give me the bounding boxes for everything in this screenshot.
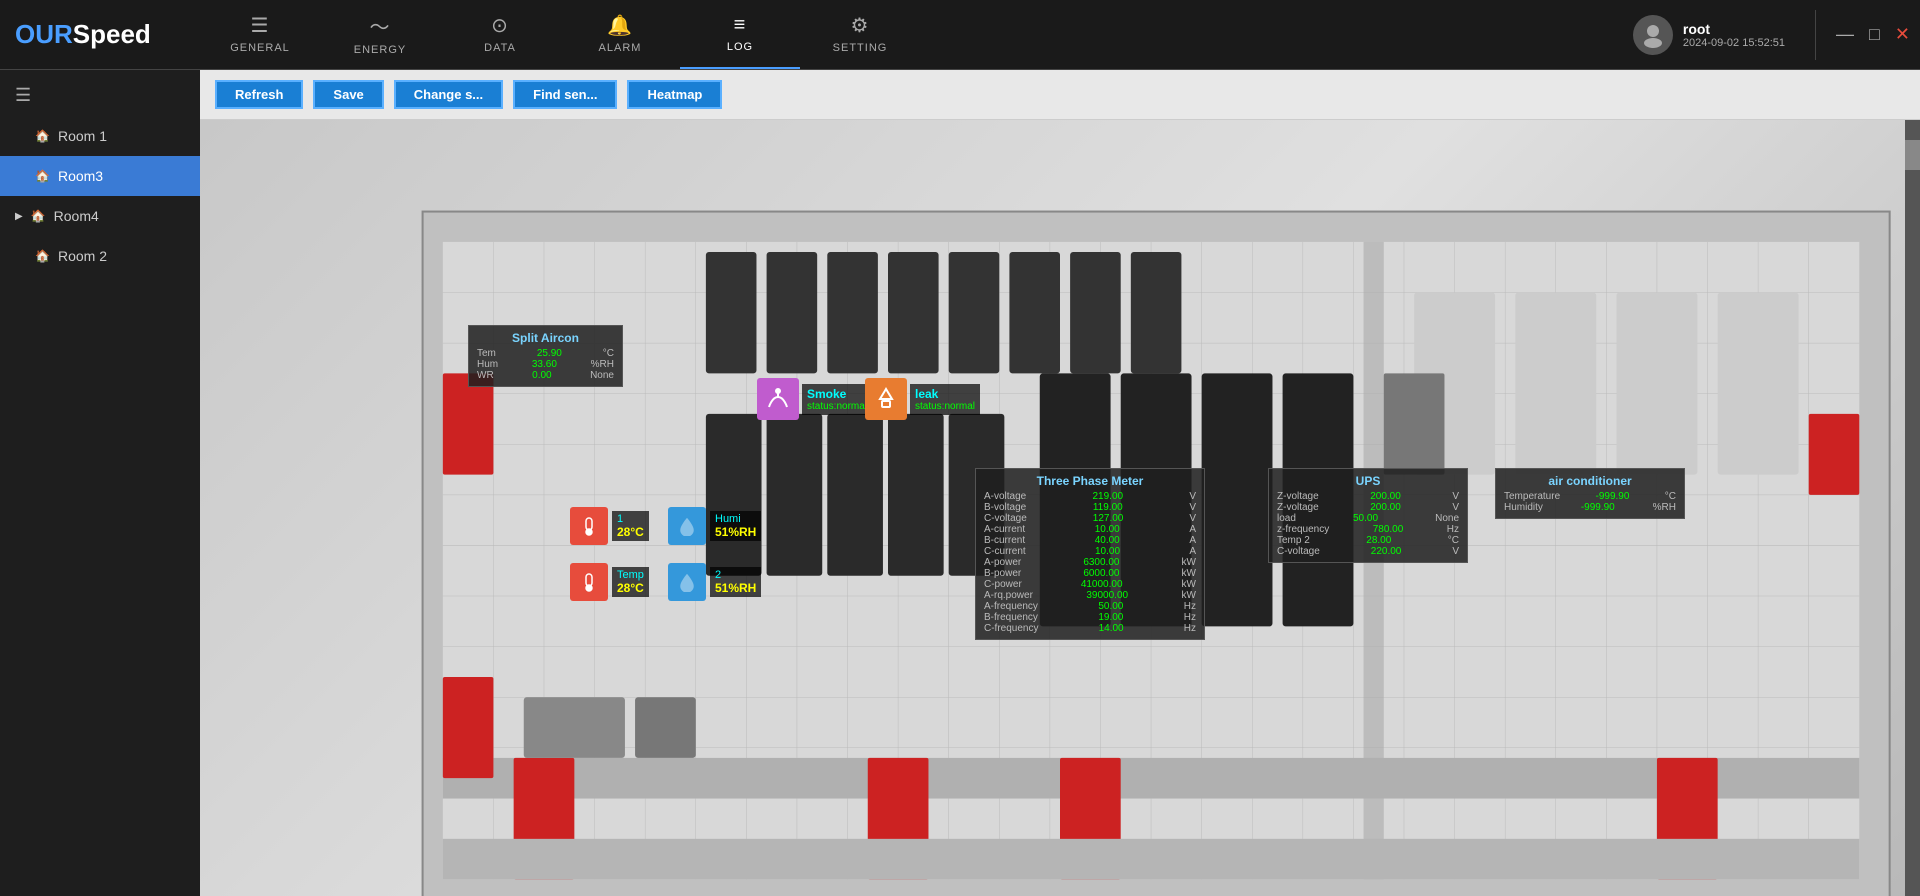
scrollbar[interactable] xyxy=(1905,120,1920,896)
leak-label: leak status:normal xyxy=(910,384,980,415)
user-area: root 2024-09-02 15:52:51 xyxy=(1613,15,1805,55)
user-time: 2024-09-02 15:52:51 xyxy=(1683,37,1785,49)
sensor-row: WR 0.00 None xyxy=(477,370,614,381)
nav-tab-general[interactable]: ☰ GENERAL xyxy=(200,0,320,69)
nav-tabs: ☰ GENERAL 〜 ENERGY ⊙ DATA 🔔 ALARM ≡ LOG ⚙ SETTING xyxy=(200,0,1613,69)
floorplan: Split Aircon Tem 25.90 °C Hum 33.60 %RH … xyxy=(200,120,1920,896)
humi2-label: 2 51%RH xyxy=(710,567,761,597)
data-nav-icon: ⊙ xyxy=(491,13,509,38)
temp2-icon xyxy=(570,563,608,601)
sidebar-item-room2[interactable]: 🏠 Room 2 xyxy=(0,236,200,276)
nav-tab-data[interactable]: ⊙ DATA xyxy=(440,0,560,69)
sidebar-item-room1[interactable]: 🏠 Room 1 xyxy=(0,116,200,156)
logo-speed: Speed xyxy=(73,19,151,49)
alarm-nav-icon: 🔔 xyxy=(607,13,633,38)
air-conditioner-title: air conditioner xyxy=(1504,474,1676,488)
ups-sensor[interactable]: UPS Z-voltage200.00V Z-voltage200.00V lo… xyxy=(1268,468,1468,563)
log-nav-label: LOG xyxy=(727,41,753,53)
sidebar-item-label: Room4 xyxy=(54,208,99,224)
sidebar-menu-icon[interactable]: ☰ xyxy=(0,80,200,116)
humi1-label: Humi 51%RH xyxy=(710,511,761,541)
leak-sensor[interactable]: leak status:normal xyxy=(865,378,980,420)
find_sen-button[interactable]: Find sen... xyxy=(513,80,617,109)
sidebar-item-label: Room 1 xyxy=(58,128,107,144)
sidebar-item-label: Room3 xyxy=(58,168,103,184)
sensor-row: Hum 33.60 %RH xyxy=(477,359,614,370)
temp1-label: 1 28°C xyxy=(612,511,649,541)
app-logo: OURSpeed xyxy=(0,19,200,50)
temp2-widget[interactable]: Temp 28°C xyxy=(570,563,649,601)
sidebar: ☰ 🏠 Room 1 🏠 Room3 ▶ 🏠 Room4 🏠 Room 2 xyxy=(0,70,200,896)
maximize-button[interactable]: □ xyxy=(1869,24,1880,45)
split-aircon-title: Split Aircon xyxy=(477,331,614,345)
three-phase-meter-sensor[interactable]: Three Phase Meter A-voltage219.00V B-vol… xyxy=(975,468,1205,640)
expand-arrow-icon: ▶ xyxy=(15,211,23,222)
nav-tab-energy[interactable]: 〜 ENERGY xyxy=(320,0,440,69)
smoke-icon xyxy=(757,378,799,420)
sidebar-item-label: Room 2 xyxy=(58,248,107,264)
main-layout: ☰ 🏠 Room 1 🏠 Room3 ▶ 🏠 Room4 🏠 Room 2 Refresh Sav… xyxy=(0,70,1920,896)
minimize-button[interactable]: — xyxy=(1836,24,1854,45)
heatmap-button[interactable]: Heatmap xyxy=(627,80,722,109)
sidebar-item-room4[interactable]: ▶ 🏠 Room4 xyxy=(0,196,200,236)
general-nav-label: GENERAL xyxy=(230,42,290,54)
sensor-row: Tem 25.90 °C xyxy=(477,348,614,359)
humi1-icon xyxy=(668,507,706,545)
humi1-widget[interactable]: Humi 51%RH xyxy=(668,507,761,545)
log-nav-icon: ≡ xyxy=(734,14,747,37)
refresh-button[interactable]: Refresh xyxy=(215,80,303,109)
scroll-thumb[interactable] xyxy=(1905,140,1920,170)
avatar xyxy=(1633,15,1673,55)
toolbar: Refresh Save Change s... Find sen... Heatmap xyxy=(200,70,1920,120)
window-controls: — □ ✕ xyxy=(1826,24,1920,45)
setting-nav-label: SETTING xyxy=(833,42,888,54)
temp1-icon xyxy=(570,507,608,545)
close-button[interactable]: ✕ xyxy=(1895,24,1910,45)
temp2-label: Temp 28°C xyxy=(612,567,649,597)
room-icon: 🏠 xyxy=(35,169,50,183)
energy-nav-icon: 〜 xyxy=(370,11,391,40)
room-icon: 🏠 xyxy=(35,249,50,263)
sidebar-item-room3[interactable]: 🏠 Room3 xyxy=(0,156,200,196)
room-icon: 🏠 xyxy=(31,209,46,223)
leak-icon xyxy=(865,378,907,420)
smoke-label: Smoke status:normal xyxy=(802,384,872,415)
ups-title: UPS xyxy=(1277,474,1459,488)
nav-tab-log[interactable]: ≡ LOG xyxy=(680,0,800,69)
user-info: root 2024-09-02 15:52:51 xyxy=(1683,21,1785,49)
nav-tab-setting[interactable]: ⚙ SETTING xyxy=(800,0,920,69)
room-icon: 🏠 xyxy=(35,129,50,143)
humi2-icon xyxy=(668,563,706,601)
split-aircon-sensor[interactable]: Split Aircon Tem 25.90 °C Hum 33.60 %RH … xyxy=(468,325,623,387)
alarm-nav-label: ALARM xyxy=(599,42,642,54)
energy-nav-label: ENERGY xyxy=(354,44,406,56)
smoke-sensor[interactable]: Smoke status:normal xyxy=(757,378,872,420)
data-nav-label: DATA xyxy=(484,42,516,54)
setting-nav-icon: ⚙ xyxy=(851,13,870,38)
save-button[interactable]: Save xyxy=(313,80,383,109)
humi2-widget[interactable]: 2 51%RH xyxy=(668,563,761,601)
content-area: Refresh Save Change s... Find sen... Heatmap xyxy=(200,70,1920,896)
logo-our: OUR xyxy=(15,19,73,49)
temp1-widget[interactable]: 1 28°C xyxy=(570,507,649,545)
nav-tab-alarm[interactable]: 🔔 ALARM xyxy=(560,0,680,69)
titlebar: OURSpeed ☰ GENERAL 〜 ENERGY ⊙ DATA 🔔 ALARM ≡ LOG ⚙… xyxy=(0,0,1920,70)
user-name: root xyxy=(1683,21,1785,37)
three-phase-meter-title: Three Phase Meter xyxy=(984,474,1196,488)
change_s-button[interactable]: Change s... xyxy=(394,80,503,109)
general-nav-icon: ☰ xyxy=(251,13,270,38)
air-conditioner-sensor[interactable]: air conditioner Temperature-999.90°C Hum… xyxy=(1495,468,1685,519)
